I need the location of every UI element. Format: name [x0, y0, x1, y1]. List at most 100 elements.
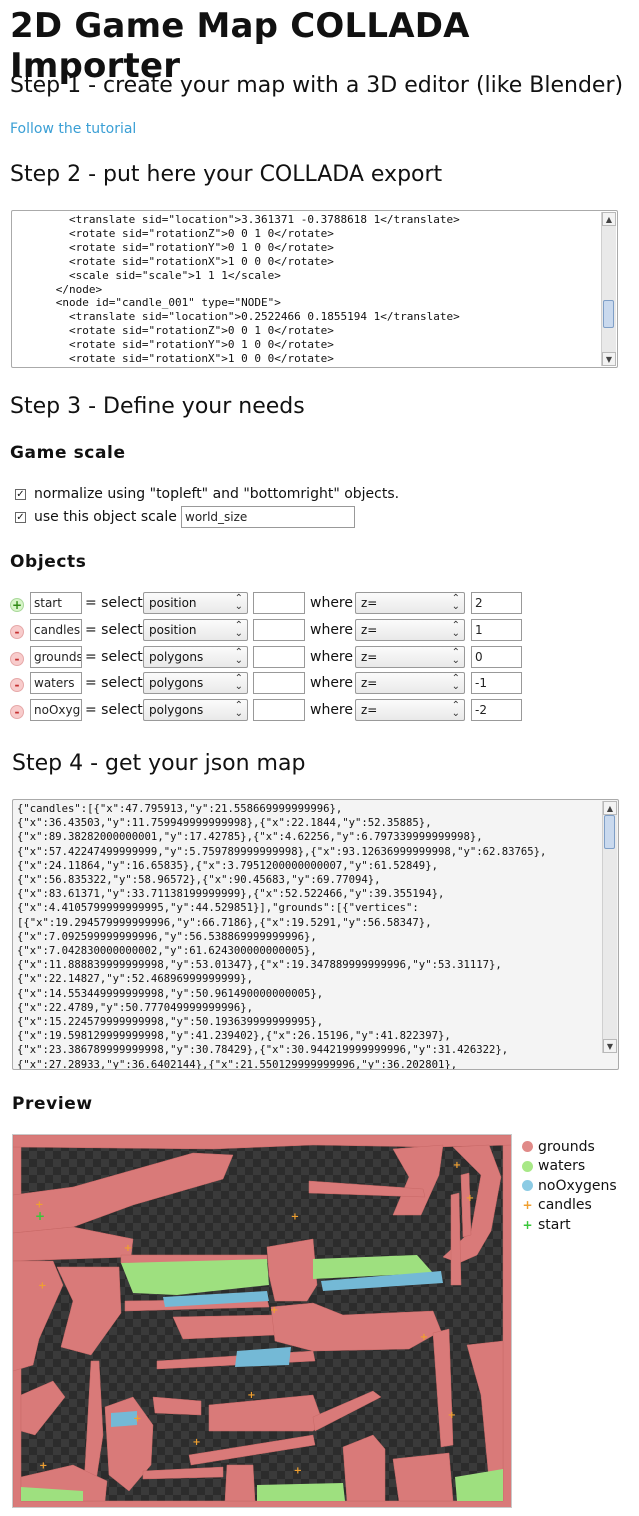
legend-item-candles: + candles — [522, 1196, 617, 1216]
filter-input[interactable] — [253, 619, 305, 641]
where-condition-value: z= — [361, 623, 378, 637]
updown-chevron-icon: ⌃ ⌄ — [234, 700, 243, 719]
ground-shape — [188, 1434, 316, 1466]
where-value-input[interactable]: -1 — [471, 672, 522, 694]
object-name-input[interactable]: waters — [30, 672, 82, 694]
where-label: where — [310, 649, 353, 665]
json-output-textarea[interactable]: {"candles":[{"x":47.795913,"y":21.558669… — [12, 799, 619, 1070]
ground-shape — [208, 1394, 324, 1432]
filter-input[interactable] — [253, 672, 305, 694]
ground-shape — [312, 1390, 382, 1432]
step3-heading: Step 3 - Define your needs — [10, 394, 305, 419]
legend-item-start: + start — [522, 1215, 617, 1235]
json-scrollbar[interactable]: ▲ ▼ — [602, 801, 617, 1053]
collada-textarea[interactable]: <translate sid="location">3.361371 -0.37… — [11, 210, 618, 368]
ground-shape — [13, 1260, 64, 1372]
tutorial-link[interactable]: Follow the tutorial — [10, 121, 136, 137]
candle-marker: + — [291, 1212, 299, 1223]
ground-shape — [20, 1380, 66, 1436]
legend-swatch-icon — [522, 1160, 533, 1172]
normalize-label: normalize using "topleft" and "bottomrig… — [34, 486, 400, 502]
where-value-input[interactable]: 1 — [471, 619, 522, 641]
select-type-dropdown[interactable]: position ⌃ ⌄ — [143, 592, 248, 614]
ground-shape — [392, 1452, 454, 1502]
where-condition-dropdown[interactable]: z= ⌃ ⌄ — [355, 672, 465, 694]
ground-shape — [56, 1266, 122, 1356]
select-type-dropdown[interactable]: polygons ⌃ ⌄ — [143, 699, 248, 721]
legend-item-noOxygens: noOxygens — [522, 1176, 617, 1196]
start-marker: + — [35, 1209, 45, 1223]
updown-chevron-icon: ⌃ ⌄ — [451, 647, 460, 666]
updown-chevron-icon: ⌃ ⌄ — [451, 673, 460, 692]
collada-scrollbar[interactable]: ▲ ▼ — [601, 212, 616, 366]
select-type-value: position — [149, 623, 197, 637]
scroll-down-arrow-icon[interactable]: ▼ — [602, 352, 616, 366]
json-output-content: {"candles":[{"x":47.795913,"y":21.558669… — [17, 803, 547, 1070]
remove-object-button[interactable]: - — [10, 625, 24, 639]
legend-label: grounds — [538, 1138, 595, 1155]
where-condition-dropdown[interactable]: z= ⌃ ⌄ — [355, 592, 465, 614]
filter-input[interactable] — [253, 592, 305, 614]
candle-marker: + — [124, 1243, 132, 1254]
candle-marker: + — [192, 1437, 200, 1448]
remove-object-button[interactable]: - — [10, 678, 24, 692]
object-row-start: + start = select position ⌃ ⌄ where z= ⌃ ⌄ 2 — [10, 592, 530, 616]
select-type-dropdown[interactable]: polygons ⌃ ⌄ — [143, 672, 248, 694]
json-scroll-up-arrow-icon[interactable]: ▲ — [603, 801, 617, 815]
where-value-input[interactable]: 2 — [471, 592, 522, 614]
candle-marker: + — [133, 1414, 141, 1425]
remove-object-button[interactable]: - — [10, 705, 24, 719]
select-label: = select — [85, 595, 143, 611]
object-name-input[interactable]: start — [30, 592, 82, 614]
add-object-button[interactable]: + — [10, 598, 24, 612]
use-scale-checkbox[interactable]: ✓ — [15, 511, 26, 523]
ground-shape — [172, 1314, 276, 1340]
scroll-thumb[interactable] — [603, 300, 614, 328]
ground-shape — [152, 1396, 202, 1416]
ground-shape — [266, 1238, 318, 1302]
select-label: = select — [85, 622, 143, 638]
ground-shape — [270, 1302, 442, 1352]
legend-swatch-icon — [522, 1180, 533, 1192]
updown-chevron-icon: ⌃ ⌄ — [451, 620, 460, 639]
select-type-dropdown[interactable]: polygons ⌃ ⌄ — [143, 646, 248, 668]
where-condition-value: z= — [361, 650, 378, 664]
ground-shape — [392, 1144, 444, 1216]
where-value-input[interactable]: 0 — [471, 646, 522, 668]
candle-marker: + — [420, 1332, 428, 1343]
step1-heading: Step 1 - create your map with a 3D edito… — [10, 73, 624, 98]
legend-label: start — [538, 1216, 571, 1233]
scroll-up-arrow-icon[interactable]: ▲ — [602, 212, 616, 226]
scale-object-input[interactable]: world_size — [181, 506, 355, 528]
candle-marker: + — [270, 1305, 278, 1316]
legend-swatch-icon — [522, 1141, 533, 1153]
normalize-option: ✓ normalize using "topleft" and "bottomr… — [15, 486, 399, 502]
ground-shape — [13, 1152, 234, 1234]
where-condition-dropdown[interactable]: z= ⌃ ⌄ — [355, 646, 465, 668]
object-name-input[interactable]: noOxygens — [30, 699, 82, 721]
where-condition-dropdown[interactable]: z= ⌃ ⌄ — [355, 619, 465, 641]
legend-item-waters: waters — [522, 1157, 617, 1177]
filter-input[interactable] — [253, 699, 305, 721]
use-scale-label: use this object scale : — [34, 509, 187, 525]
remove-object-button[interactable]: - — [10, 652, 24, 666]
where-condition-value: z= — [361, 703, 378, 717]
where-value-input[interactable]: -2 — [471, 699, 522, 721]
where-condition-dropdown[interactable]: z= ⌃ ⌄ — [355, 699, 465, 721]
json-scroll-down-arrow-icon[interactable]: ▼ — [603, 1039, 617, 1053]
json-scroll-thumb[interactable] — [604, 815, 615, 849]
game-scale-heading: Game scale — [10, 443, 126, 463]
updown-chevron-icon: ⌃ ⌄ — [234, 620, 243, 639]
updown-chevron-icon: ⌃ ⌄ — [234, 593, 243, 612]
normalize-checkbox[interactable]: ✓ — [15, 488, 26, 500]
legend-label: candles — [538, 1197, 592, 1214]
object-name-input[interactable]: candles — [30, 619, 82, 641]
select-type-dropdown[interactable]: position ⌃ ⌄ — [143, 619, 248, 641]
updown-chevron-icon: ⌃ ⌄ — [451, 700, 460, 719]
object-row-waters: - waters = select polygons ⌃ ⌄ where z= ⌃ ⌄ -1 — [10, 672, 530, 696]
ground-shape — [224, 1464, 256, 1502]
legend-label: waters — [538, 1158, 586, 1175]
object-name-input[interactable]: grounds — [30, 646, 82, 668]
filter-input[interactable] — [253, 646, 305, 668]
water-shape — [257, 1483, 345, 1501]
